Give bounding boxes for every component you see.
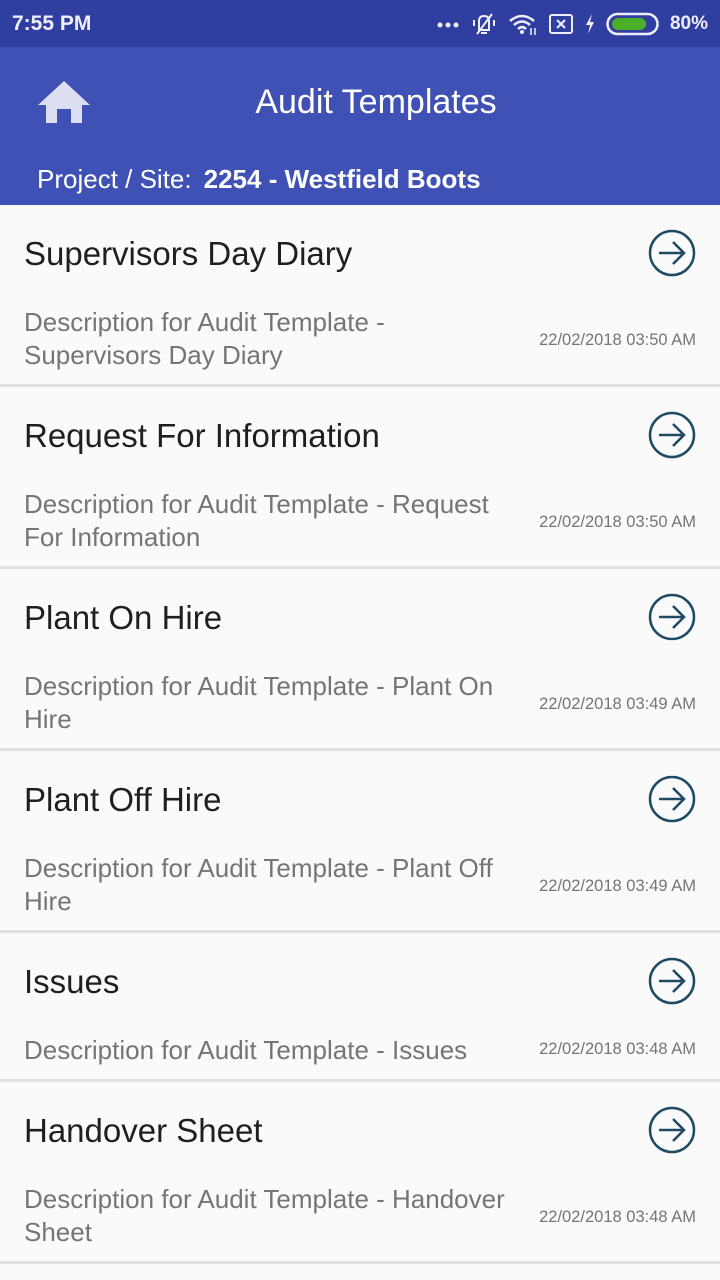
page-title: Audit Templates (255, 83, 497, 121)
status-time: 7:55 PM (12, 11, 92, 35)
template-description: Description for Audit Template - Handove… (24, 1184, 505, 1247)
template-description: Description for Audit Template - Plant O… (24, 671, 494, 734)
template-row[interactable]: Plant On Hire Description for Audit Temp… (0, 569, 720, 751)
battery-percent: 80% (669, 12, 708, 34)
status-icons: 80% (436, 12, 708, 36)
charging-bolt-icon (584, 13, 596, 35)
template-row[interactable]: Plant Off Hire Description for Audit Tem… (0, 751, 720, 933)
template-date: 22/02/2018 03:50 AM (539, 331, 696, 349)
template-date: 22/02/2018 03:49 AM (539, 877, 696, 895)
arrow-right-circle-icon[interactable] (648, 593, 696, 641)
template-row[interactable]: Handover Sheet Description for Audit Tem… (0, 1082, 720, 1264)
project-label: Project / Site: (37, 164, 192, 194)
arrow-right-circle-icon[interactable] (648, 411, 696, 459)
app-header: Audit Templates Project / Site: 2254 - W… (0, 47, 720, 205)
project-site: Project / Site: 2254 - Westfield Boots (37, 164, 481, 195)
status-bar: 7:55 PM 80% (0, 0, 720, 47)
template-description: Description for Audit Template - Issues (24, 1035, 468, 1065)
arrow-right-circle-icon[interactable] (648, 775, 696, 823)
template-row[interactable]: Supervisors Day Diary Description for Au… (0, 205, 720, 387)
template-date: 22/02/2018 03:49 AM (539, 695, 696, 713)
arrow-right-circle-icon[interactable] (648, 1106, 696, 1154)
arrow-right-circle-icon[interactable] (648, 957, 696, 1005)
template-title: Plant Off Hire (24, 781, 222, 818)
template-description: Description for Audit Template - Supervi… (24, 307, 385, 370)
template-title: Request For Information (24, 417, 380, 454)
project-value: 2254 - Westfield Boots (203, 164, 481, 194)
template-title: Supervisors Day Diary (24, 235, 353, 272)
template-date: 22/02/2018 03:50 AM (539, 513, 696, 531)
battery-icon (606, 12, 660, 36)
vibrate-off-icon (470, 12, 498, 36)
arrow-right-circle-icon[interactable] (648, 229, 696, 277)
wifi-icon (508, 12, 538, 36)
template-title: Handover Sheet (24, 1112, 263, 1149)
template-list: Supervisors Day Diary Description for Au… (0, 205, 720, 1264)
template-date: 22/02/2018 03:48 AM (539, 1040, 696, 1058)
template-description: Description for Audit Template - Plant O… (24, 853, 493, 916)
template-row[interactable]: Issues Description for Audit Template - … (0, 933, 720, 1082)
more-dots-icon (436, 19, 460, 29)
template-title: Issues (24, 963, 120, 1000)
sim-none-icon (548, 13, 574, 35)
template-title: Plant On Hire (24, 599, 223, 636)
template-description: Description for Audit Template - Request… (24, 489, 489, 552)
template-row[interactable]: Request For Information Description for … (0, 387, 720, 569)
template-date: 22/02/2018 03:48 AM (539, 1208, 696, 1226)
